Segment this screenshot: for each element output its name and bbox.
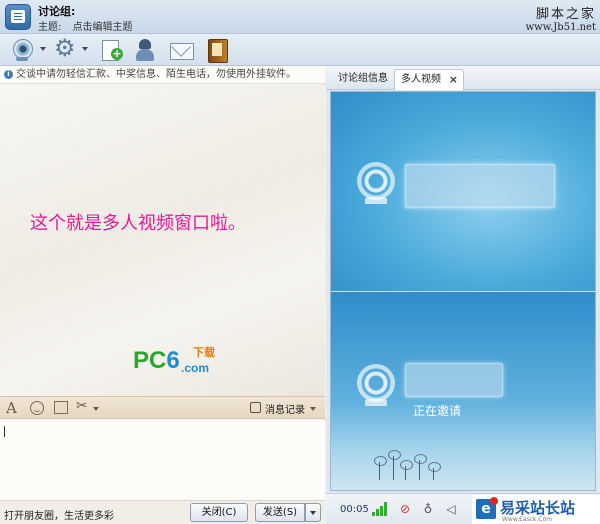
info-icon: i bbox=[4, 69, 13, 79]
microphone-icon[interactable]: ♁ bbox=[421, 502, 435, 516]
elapsed-time: 00:05 bbox=[340, 504, 369, 515]
logo-pc: PC bbox=[133, 347, 167, 374]
signal-strength-icon bbox=[372, 502, 388, 516]
site-badge: e 易采站长站 Www.Easck.Com bbox=[472, 495, 600, 524]
tab-group-info[interactable]: 讨论组信息 bbox=[332, 69, 394, 90]
close-icon[interactable]: × bbox=[449, 70, 458, 90]
moments-promo-link[interactable]: 打开朋友圈，生活更多彩 bbox=[4, 507, 114, 522]
topic-line: 主题: 点击编辑主题 bbox=[38, 18, 141, 33]
panel-tabs: 讨论组信息 多人视频 × bbox=[326, 66, 600, 90]
discussion-group-icon bbox=[5, 4, 31, 30]
edit-topic-link[interactable]: 点击编辑主题 bbox=[73, 22, 133, 33]
topic-label: 主题: bbox=[38, 22, 62, 33]
input-toolbar: A ✂ 消息记录 bbox=[0, 396, 325, 419]
send-options-chevron-down-icon[interactable] bbox=[305, 503, 321, 522]
history-chevron-down-icon[interactable] bbox=[310, 407, 316, 411]
stop-video-icon[interactable]: ⊘ bbox=[398, 502, 412, 516]
webcam-placeholder-icon bbox=[357, 162, 397, 206]
title-bar: 讨论组: 主题: 点击编辑主题 脚本之家 www.Jb51.net bbox=[0, 0, 600, 34]
watermark-url: www.Jb51.net bbox=[525, 22, 596, 33]
text-cursor bbox=[4, 426, 5, 437]
site-logo-icon: e bbox=[476, 497, 498, 519]
video-menu-chevron-down-icon[interactable] bbox=[40, 47, 46, 51]
close-button[interactable]: 关闭(C) bbox=[190, 503, 248, 522]
chat-footer: 打开朋友圈，生活更多彩 关闭(C) 发送(S) bbox=[0, 500, 325, 524]
webcam-placeholder-icon bbox=[357, 364, 397, 408]
logo-download: 下载 bbox=[193, 347, 215, 359]
speaker-icon[interactable]: ◁ bbox=[444, 502, 458, 516]
settings-gear-icon[interactable] bbox=[54, 34, 80, 62]
video-stage: 正在邀请 bbox=[330, 91, 596, 491]
watermark-title: 脚本之家 bbox=[535, 7, 596, 22]
notebook-icon[interactable] bbox=[204, 38, 230, 63]
history-icon[interactable] bbox=[250, 402, 261, 413]
settings-menu-chevron-down-icon[interactable] bbox=[82, 47, 88, 51]
watermark: 脚本之家 www.Jb51.net bbox=[526, 3, 596, 33]
participant-name-blurred bbox=[405, 164, 555, 208]
site-badge-url: Www.Easck.Com bbox=[502, 516, 553, 523]
pc6-logo: PC6 下载 .com bbox=[133, 347, 215, 375]
security-notice: i 交谈中请勿轻信汇款、中奖信息、陌生电话，勿使用外挂软件。 bbox=[0, 66, 325, 84]
toolbar bbox=[0, 34, 600, 66]
image-icon[interactable] bbox=[54, 401, 68, 414]
inviting-status: 正在邀请 bbox=[413, 404, 462, 418]
background-trees bbox=[371, 450, 451, 480]
security-notice-text: 交谈中请勿轻信汇款、中奖信息、陌生电话，勿使用外挂软件。 bbox=[16, 69, 296, 80]
screenshot-scissors-icon[interactable]: ✂ bbox=[76, 398, 88, 414]
font-icon[interactable]: A bbox=[6, 399, 17, 417]
logo-six: 6 bbox=[166, 347, 180, 374]
video-slot-2[interactable]: 正在邀请 bbox=[331, 292, 595, 490]
participant-name-blurred bbox=[405, 363, 503, 397]
screenshot-chevron-down-icon[interactable] bbox=[93, 407, 99, 411]
video-panel: 讨论组信息 多人视频 × 正在邀请 00:05 ⊘ ♁ ◁ e 易采站长站 Ww… bbox=[326, 66, 600, 524]
group-title: 讨论组: bbox=[38, 5, 76, 18]
video-status-bar: 00:05 ⊘ ♁ ◁ e 易采站长站 Www.Easck.Com bbox=[326, 493, 600, 524]
demo-caption: 这个就是多人视频窗口啦。 bbox=[30, 213, 246, 234]
mail-icon[interactable] bbox=[168, 38, 194, 62]
message-history-area[interactable]: 这个就是多人视频窗口啦。 PC6 下载 .com bbox=[0, 85, 325, 396]
message-input[interactable] bbox=[0, 420, 325, 500]
add-file-icon[interactable] bbox=[98, 38, 124, 62]
send-button[interactable]: 发送(S) bbox=[255, 503, 305, 522]
tab-multi-video[interactable]: 多人视频 × bbox=[394, 69, 464, 90]
tab-multi-video-label: 多人视频 bbox=[401, 74, 441, 85]
video-camera-icon[interactable] bbox=[10, 38, 36, 62]
chat-panel: i 交谈中请勿轻信汇款、中奖信息、陌生电话，勿使用外挂软件。 这个就是多人视频窗口… bbox=[0, 66, 325, 524]
logo-com: .com bbox=[181, 361, 210, 375]
emoji-icon[interactable] bbox=[30, 401, 44, 415]
site-badge-name: 易采站长站 bbox=[500, 499, 576, 517]
contact-person-icon[interactable] bbox=[132, 38, 158, 62]
message-history-button[interactable]: 消息记录 bbox=[265, 401, 305, 416]
video-slot-1[interactable] bbox=[331, 92, 595, 291]
